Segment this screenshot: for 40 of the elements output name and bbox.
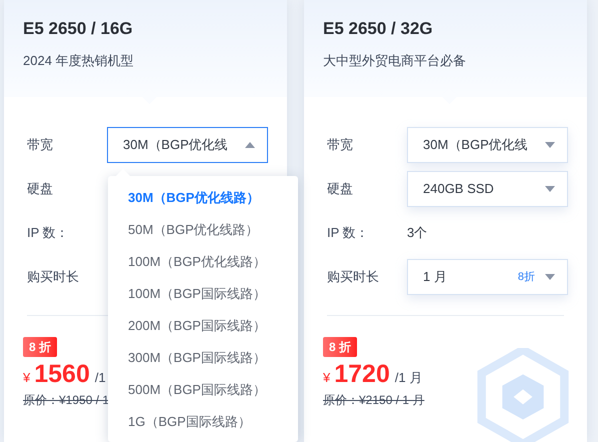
card-subtitle: 2024 年度热销机型 [23,52,135,70]
select-field[interactable]: 240GB SSD [407,171,568,207]
caret-icon [545,186,555,192]
field-value: 3个 [407,224,428,242]
dropdown-option[interactable]: 30M（BGP优化线路） [108,182,298,214]
field-label: IP 数： [27,224,70,242]
original-price: 原价：¥1950 / 1 [23,392,110,409]
select-field[interactable]: 30M（BGP优化线 [107,127,268,163]
price-amount: 1720 [334,359,390,389]
dropdown-option[interactable]: 100M（BGP优化线路） [108,246,298,278]
card-subtitle: 大中型外贸电商平台必备 [323,52,467,70]
dropdown-option[interactable]: 50M（BGP优化线路） [108,214,298,246]
price-unit: /1 月 [394,369,422,387]
dropdown-option[interactable]: 300M（BGP国际线路） [108,342,298,374]
currency-symbol: ¥ [323,369,330,387]
field-label: 购买时长 [27,268,80,286]
caret-icon [545,142,555,148]
dropdown-option[interactable]: 1G（BGP国际线路） [108,406,298,438]
field-label: 带宽 [27,136,54,154]
field-label: 硬盘 [27,180,54,198]
field-label: 购买时长 [327,268,380,286]
field-label: IP 数： [327,224,370,242]
currency-symbol: ¥ [23,369,30,387]
discount-badge: 8 折 [23,337,58,357]
dropdown-option[interactable]: 200M（BGP国际线路） [108,310,298,342]
card-title: E5 2650 / 16G [23,18,134,40]
field-label: 硬盘 [327,180,354,198]
card-title: E5 2650 / 32G [323,18,434,40]
field-label: 带宽 [327,136,354,154]
select-field[interactable]: 1 月 8折 [407,259,568,295]
dropdown-option[interactable]: 500M（BGP国际线路） [108,374,298,406]
price-amount: 1560 [34,359,90,389]
discount-badge: 8 折 [323,337,358,357]
caret-icon [245,142,255,148]
select-field[interactable]: 30M（BGP优化线 [407,127,568,163]
original-price: 原价：¥2150 / 1 月 [323,392,424,409]
discount-label: 8折 [518,270,535,285]
price-unit: /1 [94,369,106,387]
caret-icon [545,274,555,280]
dropdown-option[interactable]: 100M（BGP国际线路） [108,278,298,310]
